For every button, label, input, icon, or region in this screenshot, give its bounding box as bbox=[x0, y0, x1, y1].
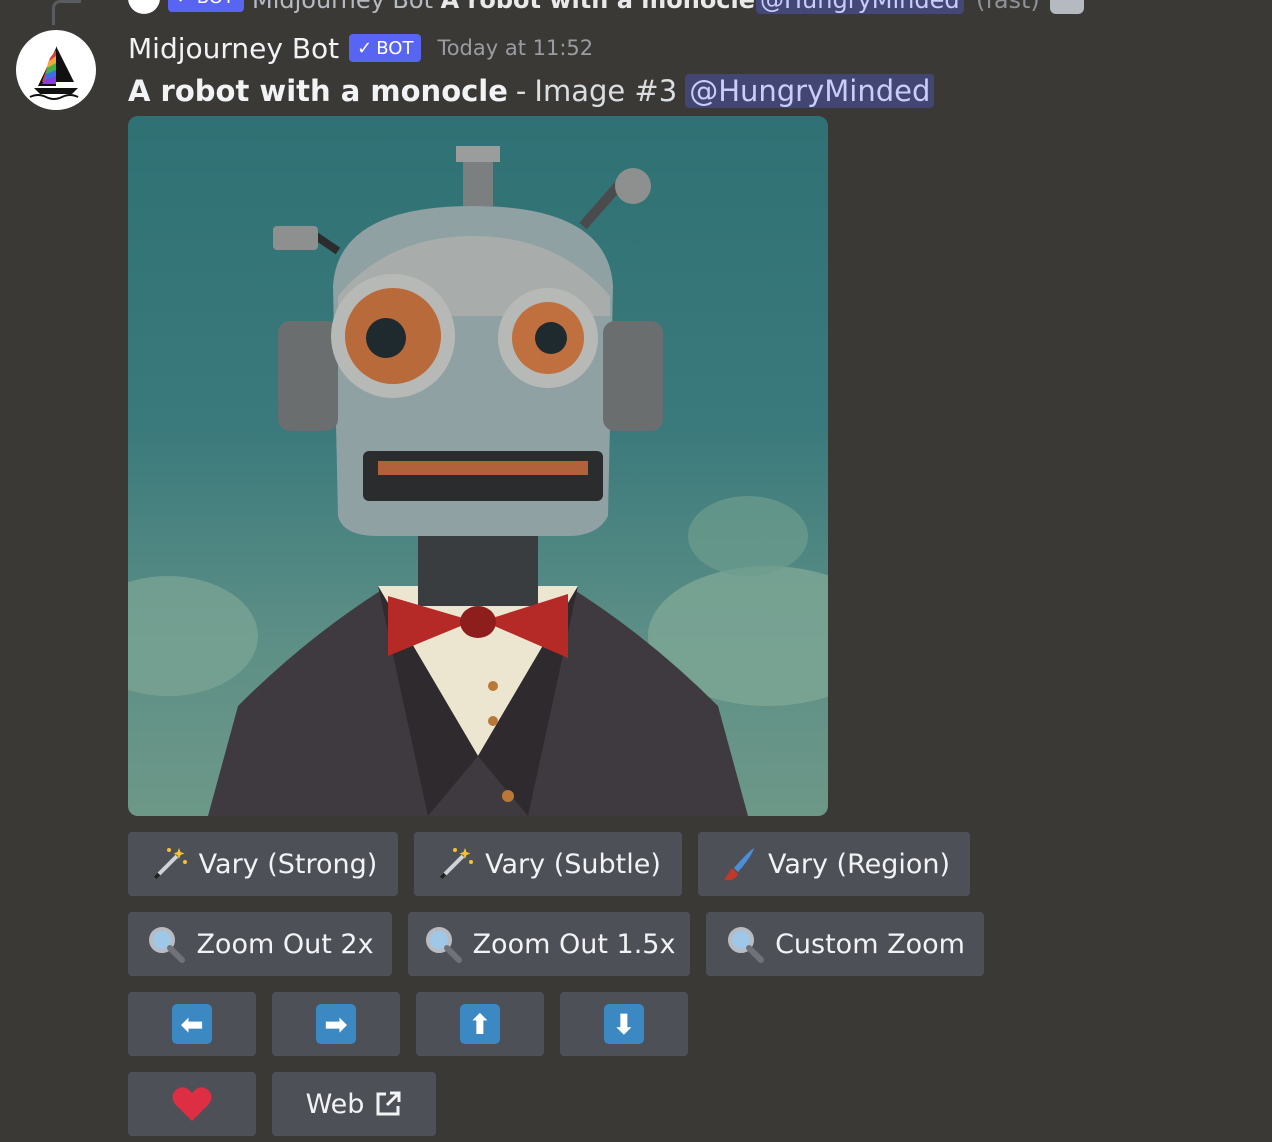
reply-author: Midjourney Bot bbox=[252, 0, 433, 14]
generated-image[interactable] bbox=[128, 116, 828, 816]
reply-image-icon bbox=[1050, 0, 1084, 14]
reply-bot-badge: ✓ BOT bbox=[168, 0, 244, 12]
message-content: A robot with a monocle - Image #3 @Hungr… bbox=[128, 70, 935, 112]
midjourney-avatar[interactable] bbox=[16, 30, 96, 110]
vary-strong-button[interactable]: Vary (Strong) bbox=[128, 832, 398, 896]
pan-left-button[interactable]: ⬅ bbox=[128, 992, 256, 1056]
action-row-misc: Web bbox=[128, 1072, 436, 1136]
vary-region-button[interactable]: Vary (Region) bbox=[698, 832, 970, 896]
action-row-zoom: Zoom Out 2x Zoom Out 1.5x Custom Zoom bbox=[128, 912, 984, 976]
vary-subtle-button[interactable]: Vary (Subtle) bbox=[414, 832, 682, 896]
separator: - bbox=[515, 74, 527, 108]
favorite-button[interactable] bbox=[128, 1072, 256, 1136]
arrow-up-icon: ⬆ bbox=[460, 1004, 500, 1044]
magnifier-icon bbox=[423, 924, 463, 964]
bot-badge: ✓ BOT bbox=[349, 34, 422, 62]
magic-wand-icon bbox=[149, 844, 189, 884]
robot-illustration bbox=[128, 146, 828, 816]
arrow-left-icon: ⬅ bbox=[172, 1004, 212, 1044]
external-link-icon bbox=[374, 1090, 402, 1118]
magnifier-icon bbox=[725, 924, 765, 964]
action-row-pan: ⬅ ➡ ⬆ ⬇ bbox=[128, 992, 688, 1056]
pan-down-button[interactable]: ⬇ bbox=[560, 992, 688, 1056]
pan-up-button[interactable]: ⬆ bbox=[416, 992, 544, 1056]
reply-spine bbox=[52, 0, 81, 25]
reply-extra: (fast) bbox=[976, 0, 1040, 14]
message-header: Midjourney Bot ✓ BOT Today at 11:52 bbox=[128, 28, 593, 68]
action-row-vary: Vary (Strong) Vary (Subtle) Vary (Region… bbox=[128, 832, 970, 896]
reply-mention[interactable]: @HungryMinded bbox=[756, 0, 964, 14]
web-link-button[interactable]: Web bbox=[272, 1072, 436, 1136]
vary-subtle-label: Vary (Subtle) bbox=[485, 848, 661, 880]
vary-strong-label: Vary (Strong) bbox=[198, 848, 378, 880]
zoom-out-2x-label: Zoom Out 2x bbox=[196, 928, 374, 960]
pan-right-button[interactable]: ➡ bbox=[272, 992, 400, 1056]
paintbrush-icon bbox=[718, 844, 758, 884]
heart-icon bbox=[171, 1085, 213, 1123]
sailboat-logo-icon bbox=[29, 46, 79, 100]
prompt-text: A robot with a monocle bbox=[128, 74, 508, 108]
arrow-down-icon: ⬇ bbox=[604, 1004, 644, 1044]
check-icon: ✓ bbox=[357, 37, 373, 59]
reply-preview[interactable]: Midjourney Bot A robot with a monocle bbox=[252, 0, 755, 14]
vary-region-label: Vary (Region) bbox=[767, 848, 951, 880]
zoom-out-1-5x-label: Zoom Out 1.5x bbox=[472, 928, 676, 960]
image-label: Image #3 bbox=[534, 74, 678, 108]
magic-wand-icon bbox=[435, 844, 475, 884]
magnifier-icon bbox=[146, 924, 186, 964]
bot-badge-label: BOT bbox=[376, 37, 414, 59]
custom-zoom-button[interactable]: Custom Zoom bbox=[706, 912, 984, 976]
custom-zoom-label: Custom Zoom bbox=[775, 928, 965, 960]
reply-prompt: A robot with a monocle bbox=[440, 0, 756, 14]
username[interactable]: Midjourney Bot bbox=[128, 32, 339, 65]
zoom-out-1-5x-button[interactable]: Zoom Out 1.5x bbox=[408, 912, 690, 976]
web-label: Web bbox=[305, 1088, 365, 1120]
user-mention[interactable]: @HungryMinded bbox=[685, 74, 935, 108]
arrow-right-icon: ➡ bbox=[316, 1004, 356, 1044]
reply-avatar[interactable] bbox=[128, 0, 160, 14]
zoom-out-2x-button[interactable]: Zoom Out 2x bbox=[128, 912, 392, 976]
timestamp: Today at 11:52 bbox=[437, 36, 594, 60]
